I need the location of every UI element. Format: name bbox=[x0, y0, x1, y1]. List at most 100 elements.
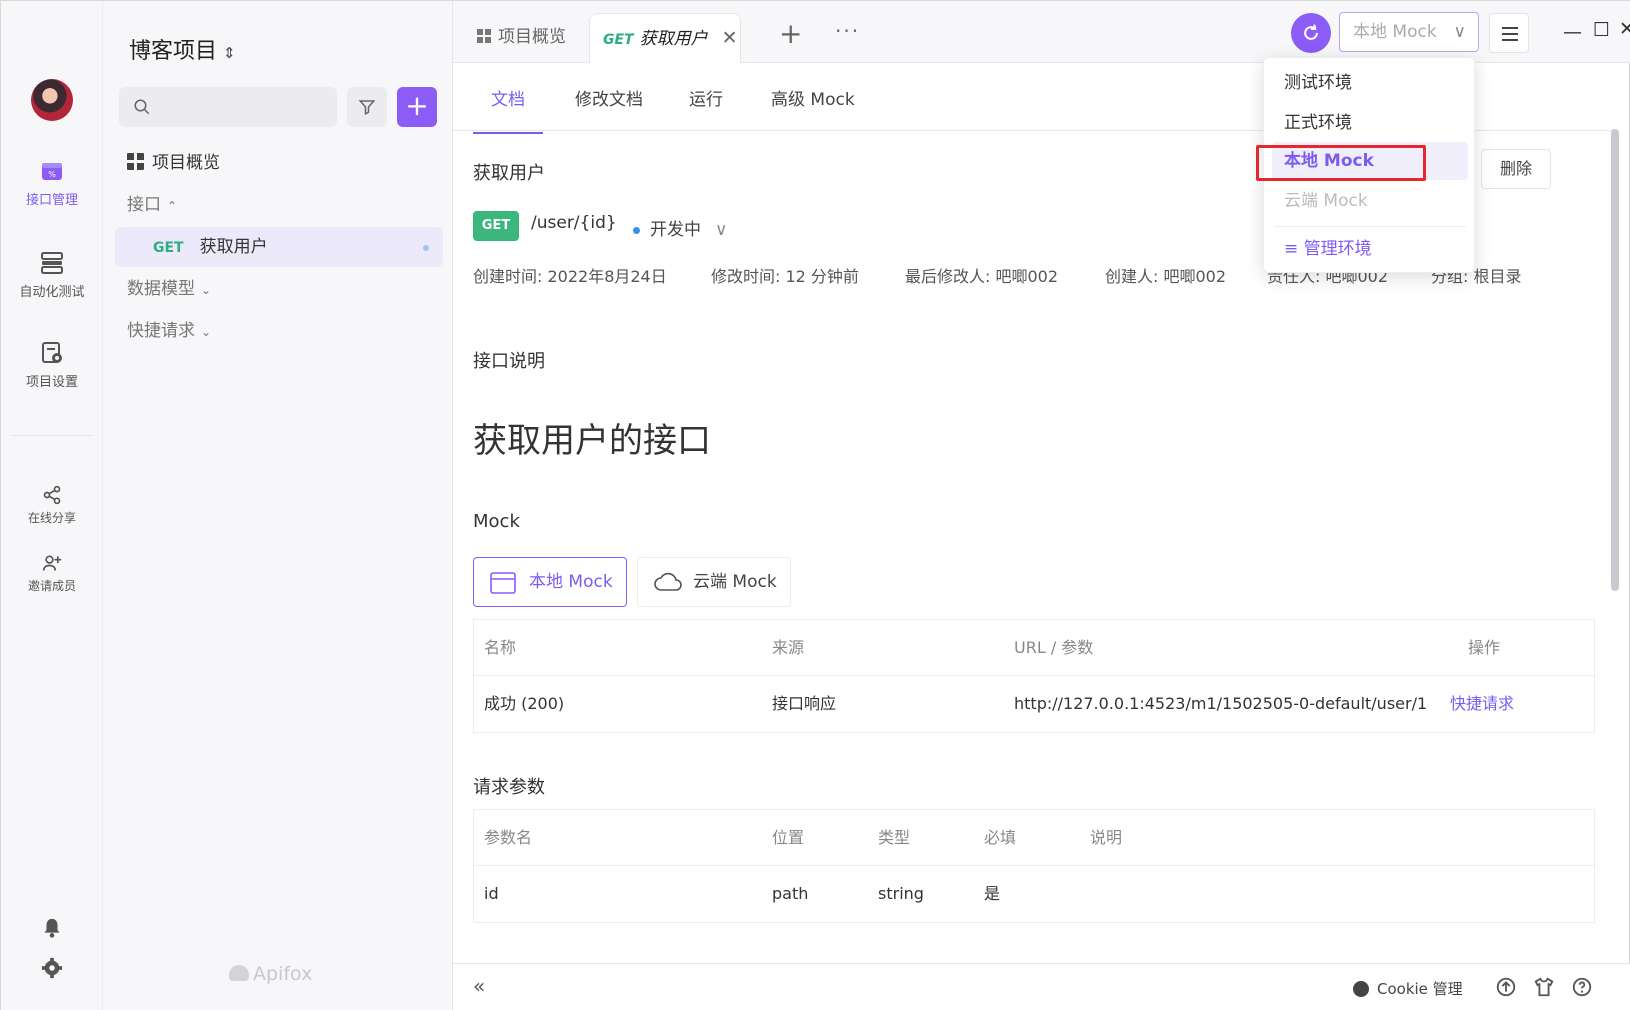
quick-request-link[interactable]: 快捷请求 bbox=[1450, 676, 1514, 732]
tab-method: GET bbox=[603, 32, 634, 48]
cookie-manager-button[interactable]: Cookie 管理 bbox=[1353, 978, 1463, 999]
mock-tab-local[interactable]: 本地 Mock bbox=[473, 557, 627, 607]
param-required: 是 bbox=[984, 884, 1001, 903]
status-footer: « Cookie 管理 bbox=[453, 963, 1630, 1010]
rail-item-label: 自动化测试 bbox=[19, 285, 85, 300]
column-header: 操作 bbox=[1468, 638, 1501, 657]
tree-item-label: 获取用户 bbox=[199, 237, 268, 257]
status-select[interactable]: 开发中 ∨ bbox=[633, 215, 727, 240]
tree-search-input[interactable] bbox=[119, 87, 337, 127]
status-dot bbox=[633, 226, 640, 234]
subtab-edit-docs[interactable]: 修改文档 bbox=[575, 85, 643, 132]
subtab-advanced-mock[interactable]: 高级 Mock bbox=[771, 85, 855, 132]
maximize-icon[interactable]: ☐ bbox=[1593, 19, 1610, 41]
env-option-cloud-mock[interactable]: 云端 Mock bbox=[1264, 182, 1476, 220]
tab-get-user[interactable]: GET 获取用户 ✕ bbox=[589, 13, 741, 63]
rail-item-label: 邀请成员 bbox=[27, 579, 76, 593]
mock-url[interactable]: http://127.0.0.1:4523/m1/1502505-0-defau… bbox=[1014, 676, 1427, 732]
subtab-run[interactable]: 运行 bbox=[689, 85, 723, 132]
column-header: 名称 bbox=[484, 638, 517, 657]
params-heading: 请求参数 bbox=[473, 777, 545, 798]
method-badge: GET bbox=[473, 211, 519, 241]
manage-environments-button[interactable]: ≡ 管理环境 bbox=[1264, 230, 1476, 268]
add-button[interactable]: + bbox=[397, 87, 437, 127]
share-icon bbox=[43, 485, 61, 505]
sort-arrows-icon: ⇕ bbox=[223, 44, 236, 62]
chevron-down-icon: ∨ bbox=[1453, 22, 1466, 42]
tree-item-overview[interactable]: 项目概览 bbox=[115, 143, 443, 183]
minimize-icon[interactable]: — bbox=[1563, 21, 1582, 43]
new-tab-button[interactable]: + bbox=[779, 17, 802, 50]
add-user-icon bbox=[42, 555, 62, 571]
env-option-production[interactable]: 正式环境 bbox=[1264, 104, 1476, 142]
tab-project-overview[interactable]: 项目概览 bbox=[477, 13, 566, 63]
mock-tab-cloud[interactable]: 云端 Mock bbox=[637, 557, 791, 607]
tree-item-label: 接口 bbox=[127, 195, 161, 215]
rail-item-project-settings[interactable]: 项目设置 bbox=[1, 341, 103, 390]
delete-button[interactable]: 删除 bbox=[1481, 149, 1551, 189]
meta-creator: 创建人: 吧唧002 bbox=[1105, 267, 1227, 286]
rail-item-label: 项目设置 bbox=[25, 375, 78, 390]
param-in: path bbox=[772, 884, 809, 903]
tree-group-api[interactable]: 接口 ⌃ bbox=[115, 185, 443, 225]
param-type: string bbox=[878, 884, 924, 903]
tree-item-label: 快捷请求 bbox=[127, 321, 195, 341]
shirt-icon[interactable] bbox=[1533, 976, 1555, 998]
tree-item-label: 项目概览 bbox=[152, 153, 220, 173]
apifox-logo-icon bbox=[229, 965, 249, 981]
api-icon: % bbox=[42, 163, 62, 180]
mock-table: 名称 来源 URL / 参数 操作 成功 (200) 接口响应 http://1… bbox=[473, 619, 1595, 733]
close-icon[interactable]: ✕ bbox=[722, 27, 738, 49]
tree-item-label: 数据模型 bbox=[127, 279, 195, 299]
project-name: 博客项目 bbox=[129, 39, 218, 64]
settings-doc-icon bbox=[42, 342, 62, 363]
bell-icon[interactable] bbox=[41, 917, 63, 939]
more-tabs-button[interactable]: ··· bbox=[835, 19, 860, 43]
rail-item-label: 在线分享 bbox=[27, 511, 76, 525]
gear-icon[interactable] bbox=[41, 957, 63, 979]
avatar[interactable] bbox=[31, 79, 73, 121]
rail-item-invite[interactable]: 邀请成员 bbox=[1, 553, 103, 594]
api-title: 获取用户 bbox=[473, 163, 545, 184]
column-header: 说明 bbox=[1090, 828, 1123, 847]
rail-item-share[interactable]: 在线分享 bbox=[1, 485, 103, 526]
table-row: id path string 是 bbox=[474, 866, 1594, 922]
tab-label: 获取用户 bbox=[639, 29, 708, 49]
help-icon[interactable] bbox=[1571, 976, 1593, 998]
status-label: 开发中 bbox=[650, 220, 701, 240]
api-path: /user/{id} bbox=[531, 213, 617, 233]
rail-item-automation-test[interactable]: 自动化测试 bbox=[1, 251, 103, 300]
menu-button[interactable] bbox=[1489, 13, 1529, 53]
environment-select[interactable]: 本地 Mock ∨ bbox=[1339, 12, 1479, 52]
tree-item-get-user[interactable]: GET 获取用户 bbox=[115, 227, 443, 267]
grid-icon bbox=[127, 153, 144, 170]
upload-icon[interactable] bbox=[1495, 976, 1517, 998]
column-header: URL / 参数 bbox=[1014, 638, 1094, 657]
mock-tab-label: 本地 Mock bbox=[529, 572, 613, 592]
meta-last-modifier: 最后修改人: 吧唧002 bbox=[905, 267, 1059, 286]
params-table: 参数名 位置 类型 必填 说明 id path string 是 bbox=[473, 809, 1595, 923]
browser-window-icon bbox=[490, 572, 516, 594]
filter-icon bbox=[358, 100, 376, 115]
rail-item-api-management[interactable]: % 接口管理 bbox=[1, 159, 103, 208]
filter-button[interactable] bbox=[347, 87, 387, 127]
scrollbar[interactable] bbox=[1611, 129, 1619, 591]
env-sync-button[interactable] bbox=[1291, 13, 1331, 53]
description-heading: 接口说明 bbox=[473, 351, 545, 372]
subtab-docs[interactable]: 文档 bbox=[473, 85, 543, 134]
tree-group-quick-requests[interactable]: 快捷请求 ⌄ bbox=[115, 311, 443, 351]
chevron-up-icon: ⌃ bbox=[167, 199, 178, 213]
brand-logo: Apifox bbox=[229, 963, 312, 985]
unsaved-dot bbox=[423, 245, 429, 251]
button-label: 删除 bbox=[1499, 159, 1532, 178]
tree-group-models[interactable]: 数据模型 ⌄ bbox=[115, 269, 443, 309]
environment-value: 本地 Mock bbox=[1353, 22, 1437, 42]
button-label: Cookie 管理 bbox=[1377, 980, 1463, 998]
collapse-sidebar-icon[interactable]: « bbox=[473, 974, 485, 998]
method-badge: GET bbox=[153, 240, 184, 256]
rail-divider bbox=[11, 435, 93, 436]
mock-name: 成功 (200) bbox=[484, 694, 565, 713]
project-switcher[interactable]: 博客项目 ⇕ bbox=[129, 33, 236, 65]
env-option-test[interactable]: 测试环境 bbox=[1264, 64, 1476, 102]
window-close-icon[interactable]: ✕ bbox=[1619, 18, 1630, 40]
